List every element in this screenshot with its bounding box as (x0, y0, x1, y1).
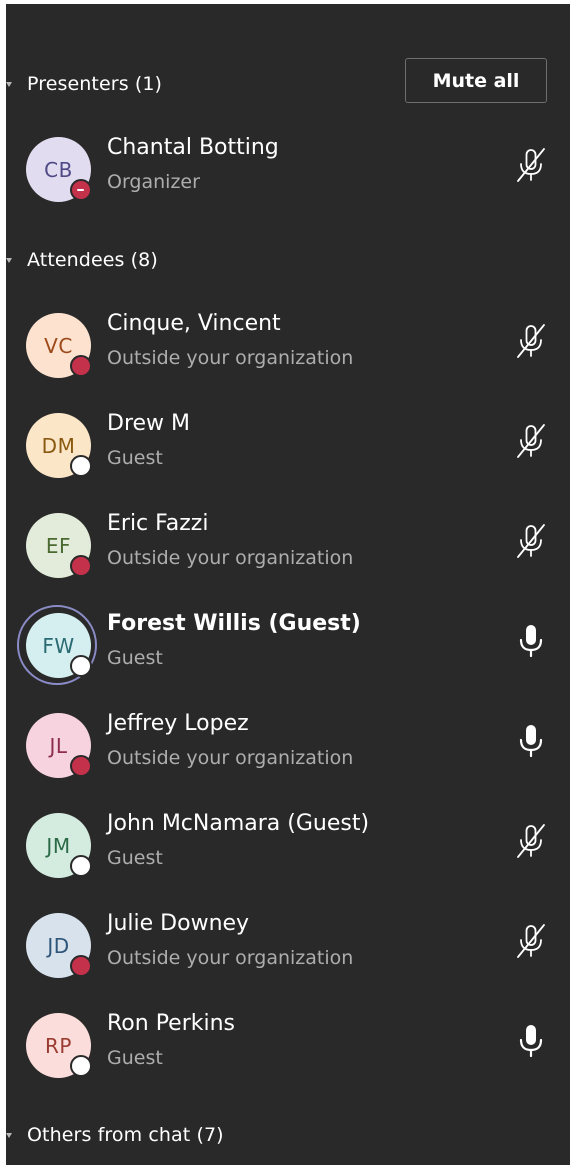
participant-name: Cinque, Vincent (107, 311, 281, 336)
participant-name: Jeffrey Lopez (107, 711, 249, 736)
participant-name: John McNamara (Guest) (107, 811, 370, 836)
participant-name: Forest Willis (Guest) (107, 611, 361, 636)
participant-role: Outside your organization (107, 747, 354, 769)
participant-row[interactable]: JL Jeffrey Lopez Outside your organization (6, 695, 570, 795)
mic-on-icon[interactable] (513, 621, 549, 661)
participant-role: Guest (107, 1047, 163, 1069)
participant-name: Chantal Botting (107, 135, 279, 160)
presence-status-busy-icon (70, 355, 92, 377)
presence-status-offline-icon (70, 455, 92, 477)
participant-row[interactable]: JM John McNamara (Guest) Guest (6, 795, 570, 895)
participant-name: Eric Fazzi (107, 511, 209, 536)
participant-role: Guest (107, 647, 163, 669)
participant-name: Drew M (107, 411, 191, 436)
presence-status-dnd-icon (70, 179, 92, 201)
participant-row[interactable]: FW Forest Willis (Guest) Guest (6, 595, 570, 695)
participant-role: Outside your organization (107, 947, 354, 969)
presence-status-busy-icon (70, 955, 92, 977)
participant-role: Outside your organization (107, 347, 354, 369)
mic-on-icon[interactable] (513, 1021, 549, 1061)
participant-role: Guest (107, 847, 163, 869)
presenters-title: Presenters (1) (27, 73, 163, 95)
mic-off-icon[interactable] (513, 321, 549, 361)
participant-role: Guest (107, 447, 163, 469)
participant-row[interactable]: RP Ron Perkins Guest (6, 995, 570, 1095)
others-section-header[interactable]: Others from chat (7) (6, 1115, 570, 1155)
collapse-caret-icon[interactable] (6, 1133, 12, 1138)
participants-panel: Presenters (1) Mute all CB Chantal Bottin… (6, 4, 570, 1165)
participant-row[interactable]: EF Eric Fazzi Outside your organization (6, 495, 570, 595)
mic-off-icon[interactable] (513, 521, 549, 561)
others-title: Others from chat (7) (27, 1124, 224, 1146)
presence-status-offline-icon (70, 855, 92, 877)
participant-name: Ron Perkins (107, 1011, 236, 1036)
presence-status-offline-icon (70, 1055, 92, 1077)
mic-off-icon[interactable] (513, 145, 549, 185)
participant-role: Outside your organization (107, 547, 354, 569)
participant-name: Julie Downey (107, 911, 250, 936)
participant-row[interactable]: CB Chantal Botting Organizer (6, 119, 570, 219)
mic-on-icon[interactable] (513, 721, 549, 761)
mic-off-icon[interactable] (513, 821, 549, 861)
mic-off-icon[interactable] (513, 421, 549, 461)
mute-all-button[interactable]: Mute all (405, 58, 547, 103)
presence-status-busy-icon (70, 555, 92, 577)
participant-row[interactable]: VC Cinque, Vincent Outside your organizati… (6, 295, 570, 395)
participant-row[interactable]: DM Drew M Guest (6, 395, 570, 495)
participant-row[interactable]: JD Julie Downey Outside your organization (6, 895, 570, 995)
participant-role: Organizer (107, 171, 200, 193)
attendees-section-header[interactable]: Attendees (8) (6, 240, 570, 280)
presence-status-offline-icon (70, 655, 92, 677)
collapse-caret-icon[interactable] (6, 82, 12, 87)
presence-status-busy-icon (70, 755, 92, 777)
mic-off-icon[interactable] (513, 921, 549, 961)
collapse-caret-icon[interactable] (6, 258, 12, 263)
attendees-title: Attendees (8) (27, 249, 158, 271)
